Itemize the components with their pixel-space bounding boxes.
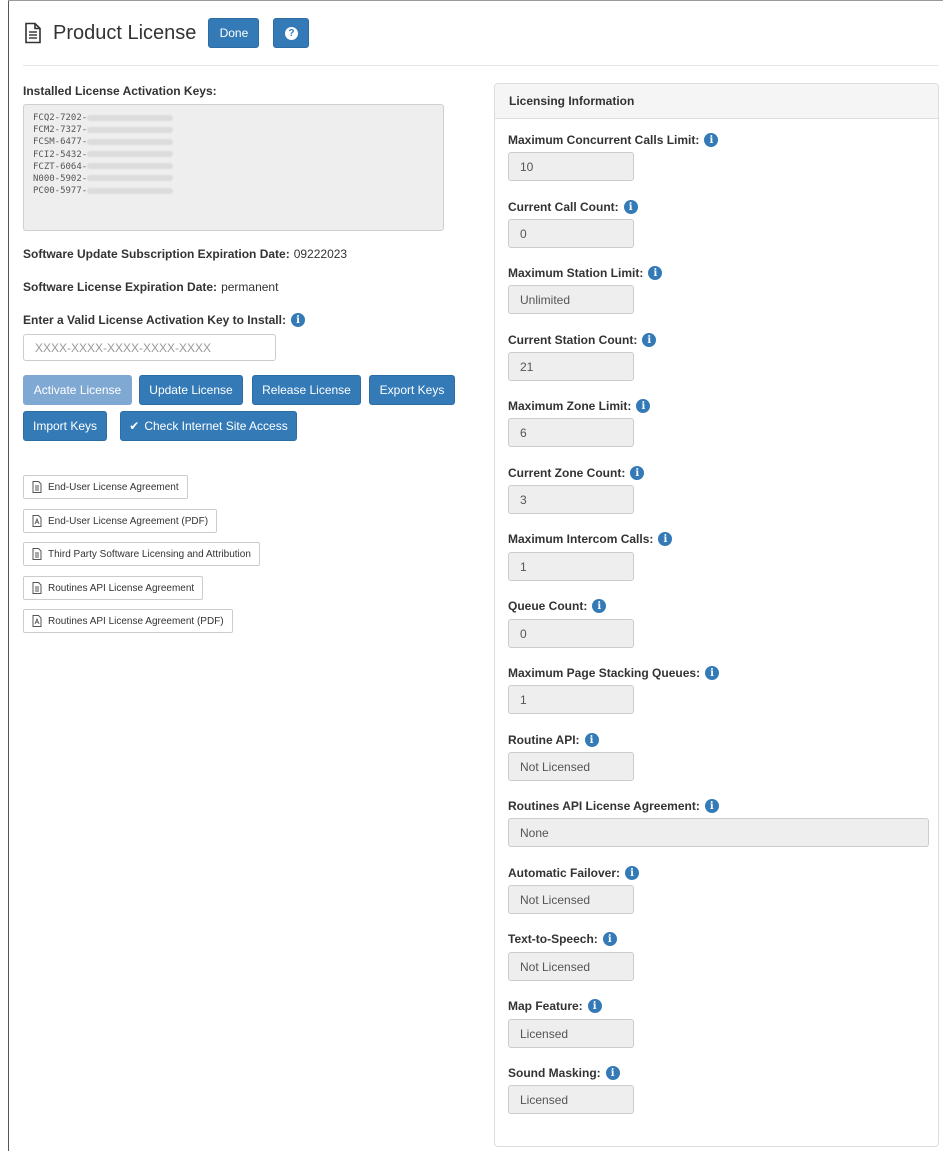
max-intercom-calls-value: 1 [508, 552, 634, 581]
routines-api-agreement-button[interactable]: Routines API License Agreement [23, 576, 204, 600]
document-icon [32, 548, 42, 560]
license-expiration-label: Software License Expiration Date: [23, 280, 218, 294]
current-zone-count-value: 3 [508, 485, 634, 514]
license-expiration-row: Software License Expiration Date: permane… [23, 280, 278, 294]
routines-api-agreement-pdf-label: Routines API License Agreement (PDF) [48, 615, 224, 627]
license-expiration-value: permanent [221, 280, 279, 294]
info-icon[interactable]: i [625, 866, 640, 880]
max-station-limit-label: Maximum Station Limit: i [508, 266, 663, 280]
info-icon[interactable]: i [623, 200, 638, 214]
license-key-input[interactable] [23, 334, 276, 361]
max-zone-limit-label: Maximum Zone Limit: i [508, 399, 651, 413]
queue-count-value: 0 [508, 619, 634, 648]
window-top-border [8, 0, 943, 1]
max-concurrent-calls-label: Maximum Concurrent Calls Limit: i [508, 133, 719, 147]
text-to-speech-value: Not Licensed [508, 952, 634, 981]
info-icon[interactable]: i [587, 999, 602, 1013]
enter-key-row: Enter a Valid License Activation Key to … [23, 313, 305, 327]
checkmark-icon: ✔ [129, 419, 140, 433]
help-button[interactable]: ? [273, 18, 310, 48]
text-to-speech-label: Text-to-Speech: i [508, 932, 617, 946]
info-icon[interactable]: i [648, 266, 663, 280]
import-keys-button[interactable]: Import Keys [23, 411, 107, 441]
eula-label: End-User License Agreement [48, 481, 179, 493]
activate-license-button[interactable]: Activate License [23, 375, 132, 405]
info-icon[interactable]: i [705, 666, 720, 680]
window-left-border [8, 0, 9, 1151]
installed-keys-label: Installed License Activation Keys: [23, 84, 217, 98]
page-title: Product License [53, 21, 197, 44]
automatic-failover-label: Automatic Failover: i [508, 866, 640, 880]
enter-key-label: Enter a Valid License Activation Key to … [23, 313, 286, 327]
license-key-line: FCM2-7327- [33, 124, 434, 136]
eula-pdf-button[interactable]: End-User License Agreement (PDF) [23, 509, 218, 533]
panel-title: Licensing Information [495, 84, 938, 119]
current-station-count-label: Current Station Count: i [508, 333, 657, 347]
routine-api-label: Routine API: i [508, 733, 599, 747]
pdf-file-icon [32, 615, 42, 627]
installed-keys-box: FCQ2-7202- FCM2-7327- FCSM-6477- FCI2-54… [23, 104, 444, 231]
release-license-button[interactable]: Release License [252, 375, 361, 405]
routines-api-agreement-value: None [508, 818, 929, 847]
info-icon[interactable]: i [584, 733, 599, 747]
eula-pdf-label: End-User License Agreement (PDF) [48, 515, 209, 527]
license-key-line: FCQ2-7202- [33, 112, 434, 124]
info-icon[interactable]: i [704, 799, 719, 813]
queue-count-label: Queue Count: i [508, 599, 607, 613]
pdf-file-icon [32, 515, 42, 527]
max-intercom-calls-label: Maximum Intercom Calls: i [508, 532, 673, 546]
info-icon[interactable]: i [636, 399, 651, 413]
license-key-line: FCZT-6064- [33, 161, 434, 173]
sound-masking-label: Sound Masking: i [508, 1066, 620, 1080]
automatic-failover-value: Not Licensed [508, 885, 634, 914]
routines-api-agreement-field-label: Routines API License Agreement: i [508, 799, 719, 813]
info-icon[interactable]: i [704, 133, 719, 147]
info-icon[interactable]: i [290, 313, 305, 327]
routine-api-value: Not Licensed [508, 752, 634, 781]
document-icon [32, 481, 42, 493]
info-icon[interactable]: i [602, 932, 617, 946]
check-internet-access-button[interactable]: ✔ Check Internet Site Access [120, 411, 297, 441]
license-key-line: FCSM-6477- [33, 136, 434, 148]
third-party-licensing-label: Third Party Software Licensing and Attri… [48, 548, 251, 560]
info-icon[interactable]: i [592, 599, 607, 613]
document-icon [32, 582, 42, 594]
export-keys-button[interactable]: Export Keys [369, 375, 455, 405]
current-call-count-label: Current Call Count: i [508, 200, 638, 214]
update-license-button[interactable]: Update License [139, 375, 243, 405]
page-header: Product License Done ? [24, 16, 310, 50]
max-concurrent-calls-value: 10 [508, 152, 634, 181]
question-icon: ? [284, 26, 298, 40]
map-feature-label: Map Feature: i [508, 999, 602, 1013]
current-station-count-value: 21 [508, 352, 634, 381]
subscription-expiration-value: 09222023 [293, 247, 348, 261]
subscription-expiration-row: Software Update Subscription Expiration … [23, 247, 347, 261]
license-key-line: FCI2-5432- [33, 149, 434, 161]
document-icon [24, 22, 42, 44]
subscription-expiration-label: Software Update Subscription Expiration … [23, 247, 290, 261]
max-station-limit-value: Unlimited [508, 285, 634, 314]
license-key-line: PC00-5977- [33, 185, 434, 197]
max-page-stacking-queues-value: 1 [508, 685, 634, 714]
current-zone-count-label: Current Zone Count: i [508, 466, 645, 480]
third-party-licensing-button[interactable]: Third Party Software Licensing and Attri… [23, 542, 260, 566]
license-key-line: N000-5902- [33, 173, 434, 185]
map-feature-value: Licensed [508, 1019, 634, 1048]
info-icon[interactable]: i [630, 466, 645, 480]
current-call-count-value: 0 [508, 219, 634, 248]
sound-masking-value: Licensed [508, 1085, 634, 1114]
info-icon[interactable]: i [642, 333, 657, 347]
routines-api-agreement-pdf-button[interactable]: Routines API License Agreement (PDF) [23, 609, 233, 633]
routines-api-agreement-label: Routines API License Agreement [48, 582, 195, 594]
done-button[interactable]: Done [208, 18, 260, 48]
eula-button[interactable]: End-User License Agreement [23, 475, 188, 499]
header-divider [23, 65, 938, 66]
check-internet-access-label: Check Internet Site Access [144, 419, 288, 433]
info-icon[interactable]: i [605, 1066, 620, 1080]
info-icon[interactable]: i [658, 532, 673, 546]
max-page-stacking-queues-label: Maximum Page Stacking Queues: i [508, 666, 720, 680]
max-zone-limit-value: 6 [508, 418, 634, 447]
